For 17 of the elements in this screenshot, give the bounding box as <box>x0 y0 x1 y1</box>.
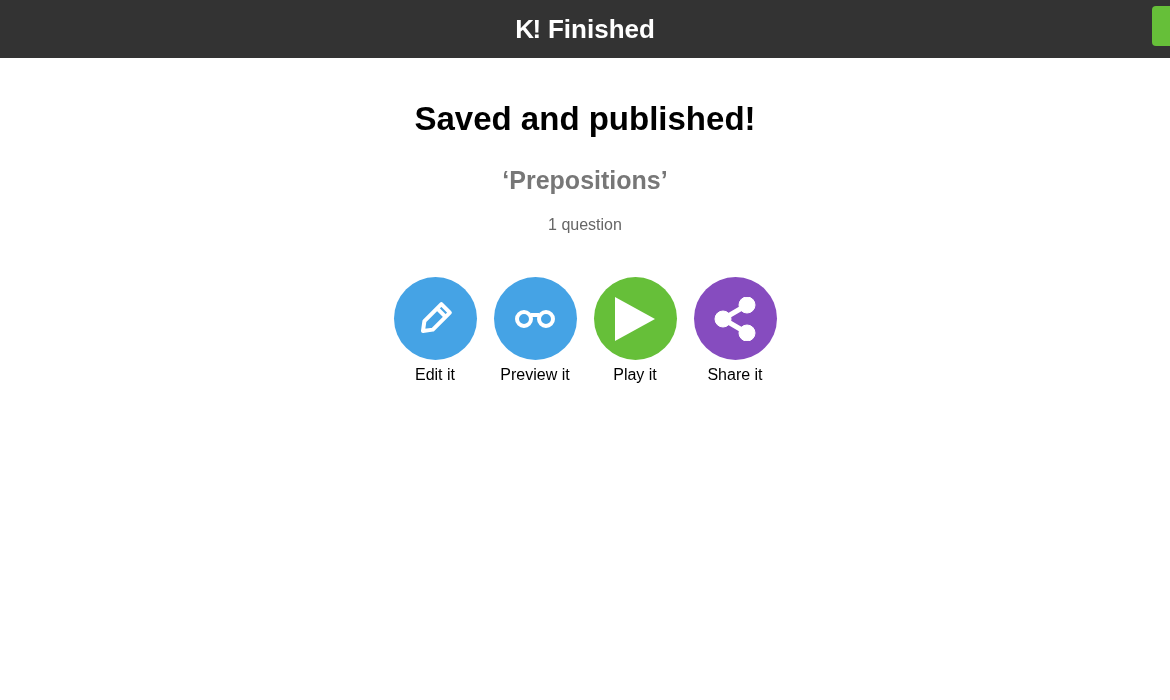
action-label: Share it <box>707 365 763 385</box>
action-button[interactable]: Edit it <box>393 277 477 387</box>
action-label: Preview it <box>500 365 570 385</box>
heading: Saved and published! <box>414 99 756 139</box>
action-label: Edit it <box>415 365 455 385</box>
action-button[interactable]: Share it <box>693 277 777 387</box>
binoculars-icon <box>514 308 556 329</box>
logo: K! <box>515 12 540 46</box>
share-icon <box>713 296 757 341</box>
page-title: Finished <box>547 12 655 46</box>
action-label: Play it <box>613 365 657 385</box>
header-button[interactable] <box>1152 6 1170 46</box>
action-button[interactable]: Play it <box>593 277 677 387</box>
play-icon <box>615 296 655 341</box>
action-button[interactable]: Preview it <box>493 277 577 387</box>
kahoot-title: ‘Prepositions’ <box>502 164 668 196</box>
question-count: 1 question <box>548 215 622 235</box>
